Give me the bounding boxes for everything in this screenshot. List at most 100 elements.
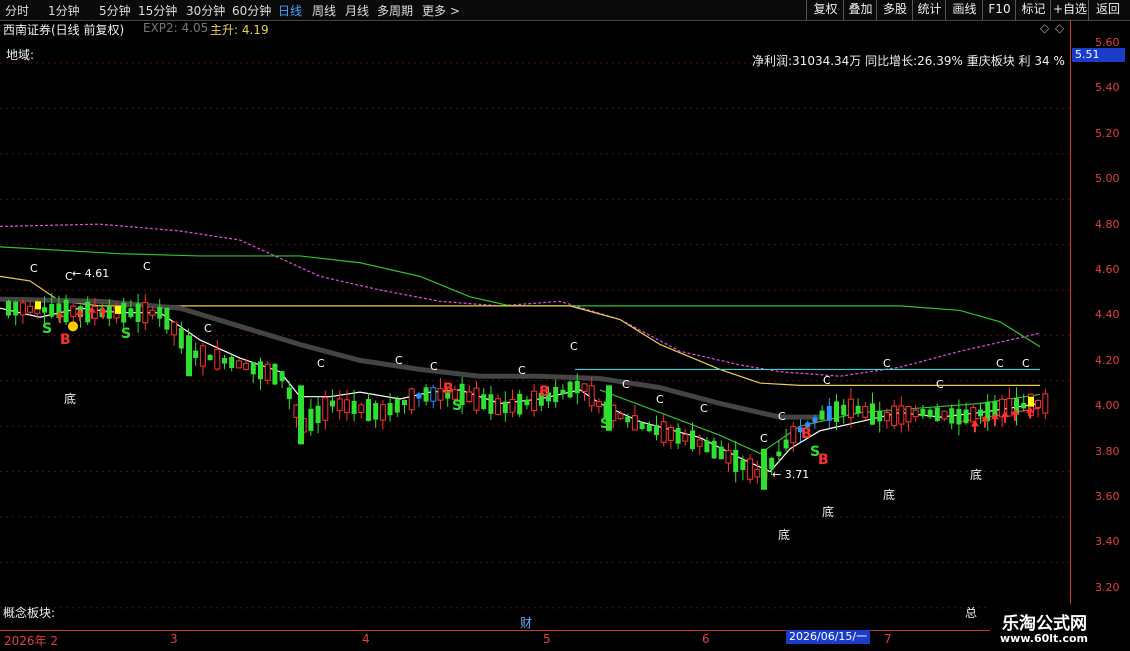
candle-body bbox=[222, 358, 227, 364]
candle-body bbox=[258, 361, 263, 380]
yellow-dot-marker bbox=[68, 321, 78, 332]
multi-stock-button[interactable]: 多股 bbox=[876, 0, 913, 20]
concept-block-label: 概念板块: bbox=[3, 606, 56, 620]
candle-body bbox=[740, 460, 746, 471]
candle-body bbox=[747, 458, 754, 480]
tab-multi-period[interactable]: 多周期 bbox=[377, 2, 413, 19]
mark-button[interactable]: 标记 bbox=[1015, 0, 1051, 20]
candle-body bbox=[970, 407, 977, 423]
candle-body bbox=[704, 440, 710, 453]
candle-body bbox=[754, 468, 761, 478]
date-label: 4 bbox=[362, 632, 370, 646]
s-marker: S bbox=[121, 326, 131, 342]
candle-body bbox=[481, 394, 487, 409]
candle-body bbox=[761, 448, 767, 490]
fuquan-button[interactable]: 复权 bbox=[806, 0, 844, 20]
candle-body bbox=[366, 399, 371, 422]
candle-body bbox=[711, 440, 717, 459]
tab-daily[interactable]: 日线 bbox=[278, 2, 302, 19]
candle-body bbox=[696, 439, 703, 447]
candle-body bbox=[783, 439, 789, 449]
candle-body bbox=[373, 403, 379, 420]
kline-chart[interactable]: CCCCC C C CCCCCCCCCCC CS SSSSBB BBB← 4.61← 3.7… bbox=[0, 20, 1070, 630]
c-marker: C bbox=[1022, 357, 1030, 370]
ma-magenta-line bbox=[0, 223, 1041, 377]
stock-title: 西南证券(日线 前复权) bbox=[3, 23, 125, 37]
candle-body bbox=[106, 306, 112, 319]
candle-body bbox=[912, 409, 919, 418]
diamond-icon[interactable]: ◇ bbox=[1040, 21, 1049, 35]
candle-body bbox=[42, 307, 47, 313]
candle-body bbox=[6, 300, 11, 316]
s-marker: S bbox=[42, 321, 52, 337]
indicator-info-bar: 西南证券(日线 前复权) EXP2: 4.05 主升: 4.19 ◇ ◇ bbox=[0, 20, 1070, 37]
tab-15min[interactable]: 15分钟 bbox=[138, 2, 177, 19]
candle-body bbox=[855, 405, 861, 414]
s-marker: S bbox=[600, 416, 610, 432]
cai-marker[interactable]: 财 bbox=[520, 614, 532, 631]
candle-body bbox=[336, 398, 343, 412]
di-label: 底 bbox=[822, 505, 835, 519]
candle-body bbox=[524, 399, 530, 406]
candle-body bbox=[927, 409, 933, 418]
overlay-button[interactable]: 叠加 bbox=[843, 0, 877, 20]
c-marker: C bbox=[656, 393, 664, 406]
candle-body bbox=[157, 306, 163, 319]
candle-body bbox=[423, 387, 429, 402]
tab-1min[interactable]: 1分钟 bbox=[48, 2, 80, 19]
cursor-date-badge: 2026/06/15/一 bbox=[786, 630, 871, 644]
price-tick-label: 3.40 bbox=[1095, 535, 1120, 549]
candle-body bbox=[298, 385, 304, 445]
price-axis: 5.60 5.40 5.20 5.00 4.80 4.60 4.40 4.20 4.00 3.80… bbox=[1070, 20, 1130, 630]
tab-monthly[interactable]: 月线 bbox=[345, 2, 369, 19]
candle-body bbox=[941, 410, 948, 420]
tab-60min[interactable]: 60分钟 bbox=[232, 2, 271, 19]
candle-body bbox=[690, 430, 695, 450]
candle-body bbox=[567, 381, 573, 398]
tab-5min[interactable]: 5分钟 bbox=[99, 2, 131, 19]
c-marker: C bbox=[823, 374, 831, 387]
candle-body bbox=[121, 302, 127, 323]
candle-body bbox=[408, 388, 415, 411]
candle-body bbox=[315, 405, 321, 424]
diamond-icon-2[interactable]: ◇ bbox=[1055, 21, 1064, 35]
add-watchlist-button[interactable]: +自选 bbox=[1050, 0, 1089, 20]
financial-summary: 净利润:31034.34万 同比增长:26.39% 重庆板块 利 34 % bbox=[752, 54, 1065, 68]
price-tick-label: 4.00 bbox=[1095, 399, 1120, 413]
draw-line-button[interactable]: 画线 bbox=[945, 0, 983, 20]
stats-button[interactable]: 统计 bbox=[912, 0, 946, 20]
candle-body bbox=[660, 421, 667, 443]
di-label: 底 bbox=[970, 468, 983, 482]
candle-body bbox=[235, 360, 242, 369]
candle-body bbox=[402, 400, 407, 406]
tab-fenshi[interactable]: 分时 bbox=[5, 2, 29, 19]
candle-body bbox=[49, 303, 55, 317]
candle-body bbox=[186, 335, 192, 377]
tab-30min[interactable]: 30分钟 bbox=[186, 2, 225, 19]
c-marker: C bbox=[395, 354, 403, 367]
b-marker: B bbox=[818, 452, 829, 468]
candle-body bbox=[229, 356, 235, 368]
high-price-label: ← 4.61 bbox=[72, 267, 109, 280]
candle-body bbox=[891, 405, 898, 426]
candle-body bbox=[847, 398, 854, 419]
ma-green-line bbox=[0, 246, 1041, 348]
f10-button[interactable]: F10 bbox=[982, 0, 1016, 20]
candle-body bbox=[934, 407, 940, 421]
candle-body bbox=[343, 399, 350, 413]
c-marker: C bbox=[143, 260, 151, 273]
tab-more[interactable]: 更多 > bbox=[422, 2, 460, 19]
back-button[interactable]: 返回 bbox=[1088, 0, 1127, 20]
candle-body bbox=[725, 450, 732, 464]
candle-body bbox=[1042, 393, 1049, 414]
price-tick-label: 5.00 bbox=[1095, 172, 1120, 186]
candle-body bbox=[898, 405, 905, 425]
candle-body bbox=[178, 328, 184, 349]
tab-weekly[interactable]: 周线 bbox=[312, 2, 336, 19]
candle-body bbox=[877, 411, 883, 422]
candle-body bbox=[1035, 400, 1042, 408]
c-marker: C bbox=[936, 378, 944, 391]
candle-body bbox=[883, 411, 890, 422]
candle-body bbox=[308, 408, 314, 431]
candle-body bbox=[193, 350, 199, 358]
